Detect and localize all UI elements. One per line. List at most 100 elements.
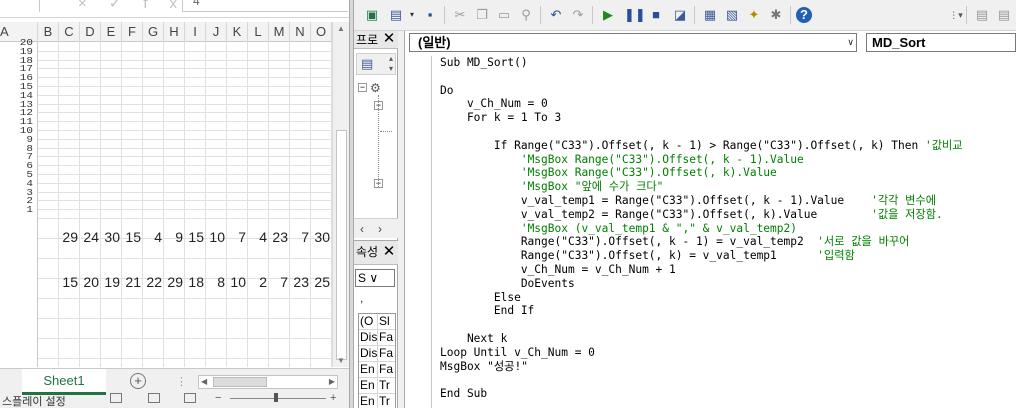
copy-icon[interactable]: ❐ (474, 7, 490, 23)
cell[interactable]: 15 (59, 272, 78, 292)
design-mode-icon[interactable]: ◪ (672, 7, 688, 23)
scroll-down-icon[interactable]: ▼ (337, 356, 345, 365)
redo-icon[interactable]: ↷ (570, 7, 586, 23)
code-line[interactable] (440, 125, 1015, 139)
indent-icon[interactable]: ▤ (974, 7, 990, 23)
code-line[interactable]: v_Ch_Num = 0 (440, 97, 1015, 111)
code-line[interactable]: Range("C33").Offset(, k - 1) = v_val_tem… (440, 235, 1015, 249)
cell[interactable]: 7 (269, 272, 288, 292)
close-icon[interactable]: ✕ (381, 244, 397, 260)
cancel-icon[interactable]: × (78, 0, 109, 12)
project-hscroll[interactable]: ‹› (354, 218, 398, 238)
insert-module-icon[interactable]: ▤ (388, 7, 404, 23)
code-line[interactable] (440, 318, 1015, 332)
project-tree[interactable]: − ⚙ − − (356, 81, 396, 217)
cell[interactable]: 8 (206, 272, 225, 292)
cell[interactable]: 4 (248, 227, 267, 247)
view-code-icon[interactable]: ▤ (361, 56, 373, 72)
tab-splitter-icon[interactable]: ⋮ (176, 375, 187, 388)
property-row[interactable]: En Fa (359, 362, 395, 378)
zoom-out-icon[interactable]: − (215, 392, 221, 404)
horizontal-scrollbar[interactable]: ◀ ▶ (198, 375, 338, 389)
column-header-l[interactable]: L (248, 22, 269, 42)
scroll-right-icon[interactable]: ▶ (329, 376, 335, 388)
cell[interactable]: 23 (269, 227, 288, 247)
cell[interactable]: 10 (227, 272, 246, 292)
code-line[interactable]: End Sub (440, 387, 1015, 401)
cell[interactable]: 15 (122, 227, 141, 247)
collapse-icon[interactable]: − (374, 101, 383, 110)
row-header[interactable]: 1 (26, 206, 33, 215)
paste-icon[interactable]: ▭ (496, 7, 512, 23)
chevron-down-icon[interactable]: ∨ (847, 34, 854, 51)
code-line[interactable]: 'MsgBox Range("C33").Offset(, k).Value (440, 166, 1015, 180)
properties-window-icon[interactable]: ▧ (724, 7, 740, 23)
collapse-icon[interactable]: − (358, 83, 367, 92)
cell[interactable]: 29 (164, 272, 183, 292)
hscroll-thumb[interactable] (213, 377, 267, 387)
zoom-slider-thumb[interactable] (274, 393, 278, 402)
code-margin-indicator-bar[interactable] (405, 56, 432, 408)
code-line[interactable]: Sub MD_Sort() (440, 56, 1015, 70)
outdent-icon[interactable]: ▤ (996, 7, 1012, 23)
toolbar-options-icon[interactable]: ⋮▾ (948, 7, 964, 23)
code-line[interactable]: 'MsgBox "앞에 수가 크다" (440, 180, 1015, 194)
scroll-up-icon[interactable]: ▲ (337, 24, 345, 33)
name-box[interactable] (0, 0, 40, 12)
code-line[interactable]: DoEvents (440, 277, 1015, 291)
cell[interactable]: 9 (164, 227, 183, 247)
code-line[interactable]: Do (440, 84, 1015, 98)
object-browser-icon[interactable]: ✦ (746, 7, 762, 23)
collapse-icon[interactable]: − (374, 179, 383, 188)
normal-view-icon[interactable] (110, 393, 122, 403)
zoom-in-icon[interactable]: + (330, 392, 336, 404)
column-header-c[interactable]: C (59, 22, 80, 42)
cell[interactable]: 2 (248, 272, 267, 292)
property-row[interactable]: (O Sl (359, 314, 395, 330)
cell[interactable]: 23 (290, 272, 309, 292)
column-header-k[interactable]: K (227, 22, 248, 42)
insert-dropdown-icon[interactable]: ▾ (404, 7, 420, 23)
excel-view-icon[interactable]: ▣ (364, 7, 380, 23)
cell[interactable]: 7 (227, 227, 246, 247)
scroll-thumb[interactable] (336, 130, 347, 360)
cell[interactable]: 25 (311, 272, 330, 292)
code-line[interactable]: MsgBox "성공!" (440, 360, 1015, 374)
object-combo[interactable]: S ∨ (355, 269, 395, 287)
cell[interactable]: 7 (290, 227, 309, 247)
add-sheet-icon[interactable]: + (130, 373, 146, 389)
column-header-g[interactable]: G (143, 22, 164, 42)
break-icon[interactable]: ❚❚ (624, 7, 646, 23)
code-line[interactable]: Else (440, 291, 1015, 305)
cell[interactable]: 24 (80, 227, 99, 247)
close-icon[interactable]: ✕ (381, 31, 397, 47)
code-editor[interactable]: Sub MD_Sort() Do v_Ch_Num = 0 For k = 1 T… (440, 56, 1015, 408)
column-header-h[interactable]: H (164, 22, 185, 42)
code-line[interactable]: If Range("C33").Offset(, k - 1) > Range(… (440, 139, 1015, 153)
code-line[interactable]: For k = 1 To 3 (440, 111, 1015, 125)
cell[interactable]: 4 (143, 227, 162, 247)
undo-icon[interactable]: ↶ (548, 7, 564, 23)
find-icon[interactable]: ⚲ (518, 7, 534, 23)
toolbox-icon[interactable]: ✱ (768, 7, 784, 23)
cell[interactable]: 30 (311, 227, 330, 247)
enter-icon[interactable]: ✓ (109, 0, 144, 12)
pane-scroll-icon[interactable]: ▴ ▾ (389, 54, 393, 74)
cell[interactable]: 19 (101, 272, 120, 292)
code-line[interactable]: 'MsgBox Range("C33").Offset(, k - 1).Val… (440, 153, 1015, 167)
cell[interactable]: 18 (185, 272, 204, 292)
property-row[interactable]: En Tr (359, 394, 395, 408)
code-line[interactable]: Loop Until v_Ch_Num = 0 (440, 346, 1015, 360)
column-header-i[interactable]: I (185, 22, 206, 42)
code-line[interactable] (440, 373, 1015, 387)
vertical-scrollbar[interactable]: ▲ ▼ (332, 22, 349, 367)
code-line[interactable] (440, 70, 1015, 84)
scroll-left-icon[interactable]: ‹ (360, 222, 378, 236)
code-line[interactable]: v_val_temp2 = Range("C33").Offset(, k).V… (440, 208, 1015, 222)
scroll-right-icon[interactable]: › (378, 222, 396, 236)
cell[interactable]: 29 (59, 227, 78, 247)
cell[interactable]: 30 (101, 227, 120, 247)
object-dropdown[interactable]: (일반) ∨ (409, 33, 857, 52)
column-header-o[interactable]: O (311, 22, 332, 42)
props-tab-strip[interactable]: , (360, 291, 363, 305)
